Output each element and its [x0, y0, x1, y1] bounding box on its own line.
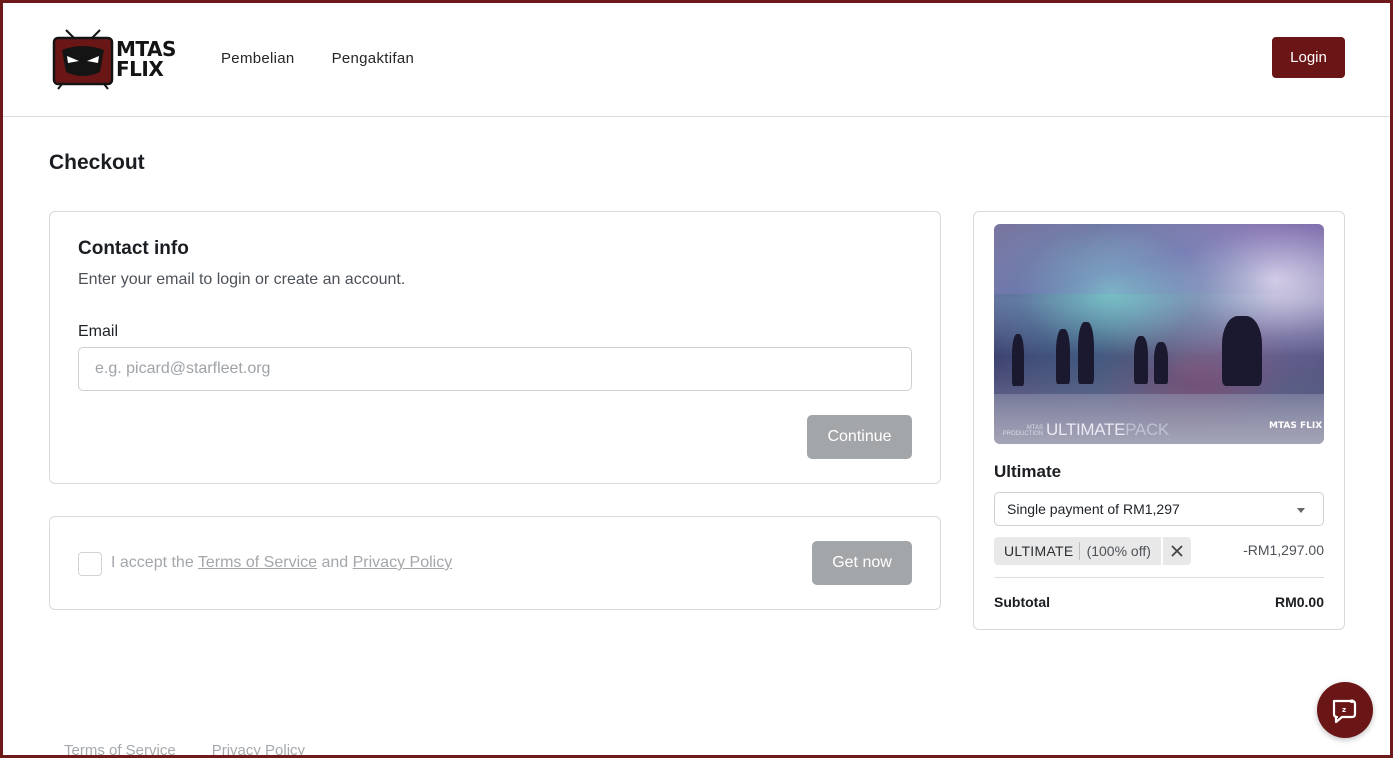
footer-terms-link[interactable]: Terms of Service — [64, 742, 176, 758]
nav-item-pembelian[interactable]: Pembelian — [221, 50, 295, 67]
svg-text:z: z — [1342, 706, 1346, 714]
contact-subtitle: Enter your email to login or create an a… — [78, 271, 406, 288]
terms-text: I accept the Terms of Service and Privac… — [111, 554, 452, 572]
terms-prefix: I accept the — [111, 554, 194, 571]
contact-title: Contact info — [78, 238, 189, 259]
image-figure — [1222, 316, 1262, 386]
login-button[interactable]: Login — [1272, 37, 1345, 78]
image-caption-small: MTAS PRODUCTION — [1002, 425, 1043, 437]
chevron-down-icon — [1297, 508, 1305, 513]
contact-info-card: Contact info Enter your email to login o… — [49, 211, 941, 484]
brand-line2: FLIX — [116, 57, 164, 81]
image-caption-main: ULTIMATE — [1046, 420, 1126, 439]
image-figure — [1134, 336, 1148, 384]
image-figure — [1012, 334, 1024, 386]
order-summary-card: MTAS PRODUCTION ULTIMATE PACK MTAS FLIX … — [973, 211, 1345, 630]
svg-text:z: z — [1350, 698, 1354, 705]
subtotal-label: Subtotal — [994, 594, 1050, 610]
image-caption-suffix: PACK — [1125, 420, 1169, 439]
chat-button[interactable]: z z — [1317, 682, 1373, 738]
image-caption: MTAS PRODUCTION ULTIMATE PACK — [997, 420, 1170, 440]
terms-of-service-link[interactable]: Terms of Service — [198, 554, 317, 571]
image-figure — [1154, 342, 1168, 384]
remove-coupon-button[interactable] — [1162, 537, 1191, 565]
continue-button[interactable]: Continue — [807, 415, 912, 459]
footer-links: Terms of Service Privacy Policy — [64, 742, 305, 758]
tv-mascot-icon — [52, 29, 114, 90]
payment-plan-select[interactable]: Single payment of RM1,297 — [994, 492, 1324, 526]
brand-logo[interactable]: MTAS FLIX — [52, 28, 192, 90]
product-image: MTAS PRODUCTION ULTIMATE PACK MTAS FLIX — [994, 224, 1324, 444]
coupon-code: ULTIMATE — [1004, 543, 1074, 559]
plan-selected-value: Single payment of RM1,297 — [1007, 501, 1180, 517]
page-title: Checkout — [49, 151, 145, 174]
summary-divider — [994, 577, 1324, 578]
close-icon — [1171, 545, 1183, 557]
image-logo: MTAS FLIX — [1269, 421, 1323, 431]
chat-bubble-icon: z z — [1332, 698, 1357, 724]
get-now-button[interactable]: Get now — [812, 541, 912, 585]
email-field[interactable] — [78, 347, 912, 391]
email-label: Email — [78, 323, 119, 340]
privacy-policy-link[interactable]: Privacy Policy — [353, 554, 453, 571]
coupon-off: (100% off) — [1086, 543, 1151, 559]
coupon-separator — [1078, 542, 1080, 560]
image-ceiling — [994, 224, 1324, 294]
brand-line1: MTAS — [116, 37, 176, 61]
accept-terms-checkbox[interactable] — [78, 552, 102, 576]
site-header: MTAS FLIX Pembelian Pengaktifan Login — [0, 0, 1393, 117]
coupon-tag: ULTIMATE (100% off) — [994, 537, 1161, 565]
discount-amount: -RM1,297.00 — [1243, 542, 1324, 558]
brand-wordmark: MTAS FLIX — [116, 39, 176, 79]
nav-item-pengaktifan[interactable]: Pengaktifan — [332, 50, 415, 67]
terms-and: and — [321, 554, 349, 571]
coupon-chip: ULTIMATE (100% off) — [994, 537, 1191, 565]
footer-privacy-link[interactable]: Privacy Policy — [212, 742, 305, 758]
subtotal-value: RM0.00 — [1274, 594, 1324, 610]
product-name: Ultimate — [994, 462, 1062, 481]
main-nav: Pembelian Pengaktifan — [221, 50, 414, 67]
image-figure — [1056, 329, 1070, 384]
image-figure — [1078, 322, 1094, 384]
terms-card: I accept the Terms of Service and Privac… — [49, 516, 941, 610]
